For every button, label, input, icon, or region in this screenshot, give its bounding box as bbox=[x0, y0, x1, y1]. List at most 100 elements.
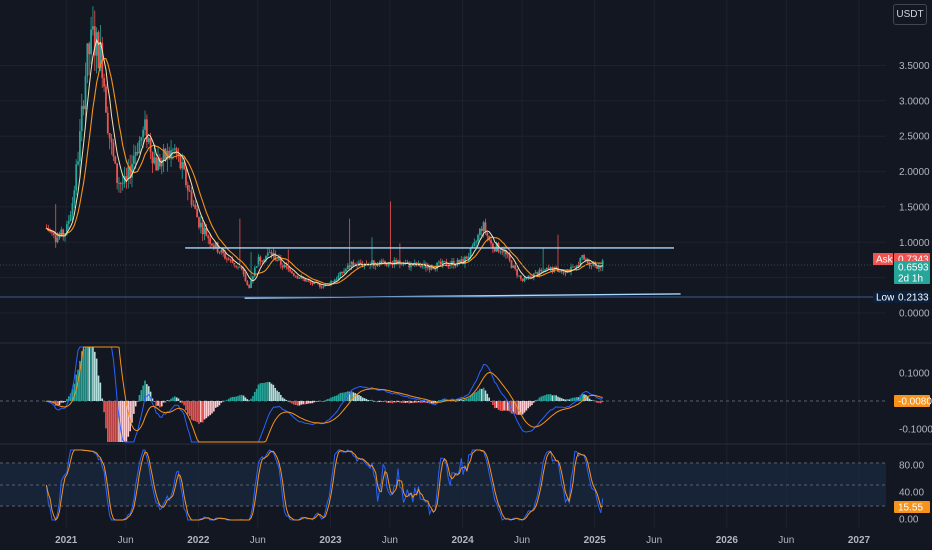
macd-histogram-bar bbox=[326, 399, 329, 401]
candle-body bbox=[82, 105, 85, 110]
candle-body bbox=[544, 269, 546, 271]
macd-histogram-bar bbox=[322, 401, 325, 402]
macd-histogram-bar bbox=[302, 401, 304, 405]
candle-body bbox=[105, 86, 107, 113]
macd-histogram-bar bbox=[376, 401, 379, 403]
macd-histogram-bar bbox=[361, 397, 364, 401]
macd-histogram-bar bbox=[374, 401, 377, 402]
trading-chart[interactable]: 3.50003.00002.50002.00001.50001.00000.50… bbox=[0, 0, 932, 550]
macd-histogram-bar bbox=[287, 401, 290, 402]
macd-histogram-bar bbox=[319, 401, 321, 402]
macd-histogram-bar bbox=[467, 398, 470, 401]
candle-body bbox=[292, 273, 295, 276]
ask-price-tag-label: Ask bbox=[876, 255, 894, 266]
candle-body bbox=[581, 255, 584, 258]
price-axis-label: 2.5000 bbox=[899, 132, 930, 143]
candle-body bbox=[60, 229, 63, 236]
macd-histogram-bar bbox=[332, 396, 334, 401]
macd-histogram-bar bbox=[64, 401, 66, 403]
macd-histogram-bar bbox=[479, 388, 481, 401]
candle-body bbox=[218, 252, 221, 253]
macd-histogram-bar bbox=[360, 395, 362, 401]
macd-histogram-bar bbox=[233, 396, 236, 401]
macd-histogram-bar bbox=[382, 401, 384, 402]
macd-histogram-bar bbox=[458, 400, 461, 401]
candle-body bbox=[339, 271, 342, 276]
macd-histogram-bar bbox=[291, 401, 293, 404]
macd-histogram-bar bbox=[157, 401, 159, 406]
macd-histogram-bar bbox=[214, 401, 217, 408]
candle-body bbox=[140, 137, 143, 141]
candle-body bbox=[54, 234, 57, 243]
candle-body bbox=[75, 164, 78, 191]
candle-body bbox=[220, 249, 223, 253]
macd-histogram-bar bbox=[105, 401, 107, 429]
candle-body bbox=[350, 261, 353, 268]
candle-body bbox=[592, 263, 595, 266]
candle-body bbox=[259, 256, 262, 262]
macd-histogram-bar bbox=[93, 351, 96, 401]
candle-body bbox=[475, 241, 478, 243]
macd-histogram-bar bbox=[255, 388, 258, 401]
candle-body bbox=[573, 266, 576, 268]
candle-body bbox=[181, 162, 184, 169]
macd-histogram-bar bbox=[389, 401, 392, 403]
macd-histogram-bar bbox=[278, 392, 280, 401]
candle-body bbox=[480, 228, 483, 231]
macd-histogram-bar bbox=[166, 400, 169, 401]
candle-body bbox=[207, 236, 210, 239]
macd-histogram-bar bbox=[534, 400, 537, 402]
macd-histogram-bar bbox=[304, 401, 306, 405]
candle-body bbox=[296, 275, 299, 279]
macd-histogram-bar bbox=[341, 392, 344, 401]
macd-histogram-bar bbox=[536, 399, 539, 401]
macd-histogram-bar bbox=[363, 398, 366, 401]
macd-histogram-bar bbox=[419, 401, 422, 403]
price-axis-label: 1.0000 bbox=[899, 238, 930, 249]
candle-body bbox=[439, 261, 442, 265]
macd-histogram-bar bbox=[272, 384, 275, 401]
candle-body bbox=[438, 261, 440, 263]
currency-unit-button[interactable]: USDT bbox=[893, 4, 927, 25]
candle-body bbox=[103, 78, 105, 87]
macd-histogram-bar bbox=[134, 401, 137, 407]
macd-histogram-bar bbox=[110, 401, 113, 442]
candle-body bbox=[69, 214, 72, 221]
macd-histogram-bar bbox=[224, 400, 226, 402]
macd-histogram-bar bbox=[192, 401, 195, 421]
macd-histogram-bar bbox=[492, 401, 494, 406]
candle-body bbox=[71, 203, 74, 215]
macd-histogram-bar bbox=[293, 401, 295, 405]
candle-body bbox=[198, 217, 200, 228]
macd-histogram-bar bbox=[453, 400, 455, 402]
stochastic-axis-label: 80.00 bbox=[899, 461, 924, 472]
candle-body bbox=[309, 281, 312, 283]
macd-histogram-bar bbox=[391, 401, 394, 404]
candle-body bbox=[545, 267, 548, 270]
macd-histogram-bar bbox=[488, 397, 490, 401]
macd-histogram-bar bbox=[421, 401, 424, 403]
macd-histogram-bar bbox=[281, 397, 284, 401]
countdown-tag: 2d 1h bbox=[894, 272, 930, 285]
candle-body bbox=[244, 274, 247, 282]
time-axis-label: Jun bbox=[118, 535, 134, 546]
macd-axis-label: 0.1000 bbox=[899, 369, 930, 380]
candle-body bbox=[510, 260, 513, 268]
macd-histogram-bar bbox=[317, 401, 319, 402]
macd-histogram-bar bbox=[107, 401, 109, 442]
price-axis-label: 3.5000 bbox=[899, 61, 930, 72]
candle-body bbox=[482, 222, 485, 231]
candle-body bbox=[201, 222, 204, 235]
candle-body bbox=[119, 182, 122, 184]
candle-body bbox=[348, 265, 351, 268]
macd-histogram-bar bbox=[555, 395, 557, 401]
macd-histogram-bar bbox=[283, 398, 286, 401]
macd-histogram-bar bbox=[358, 394, 360, 401]
macd-histogram-bar bbox=[160, 401, 163, 407]
candle-body bbox=[67, 220, 70, 224]
candle-body bbox=[90, 29, 92, 55]
macd-histogram-bar bbox=[518, 401, 520, 415]
macd-histogram-bar bbox=[601, 401, 604, 402]
macd-histogram-bar bbox=[553, 395, 556, 401]
candle-body bbox=[255, 266, 258, 268]
